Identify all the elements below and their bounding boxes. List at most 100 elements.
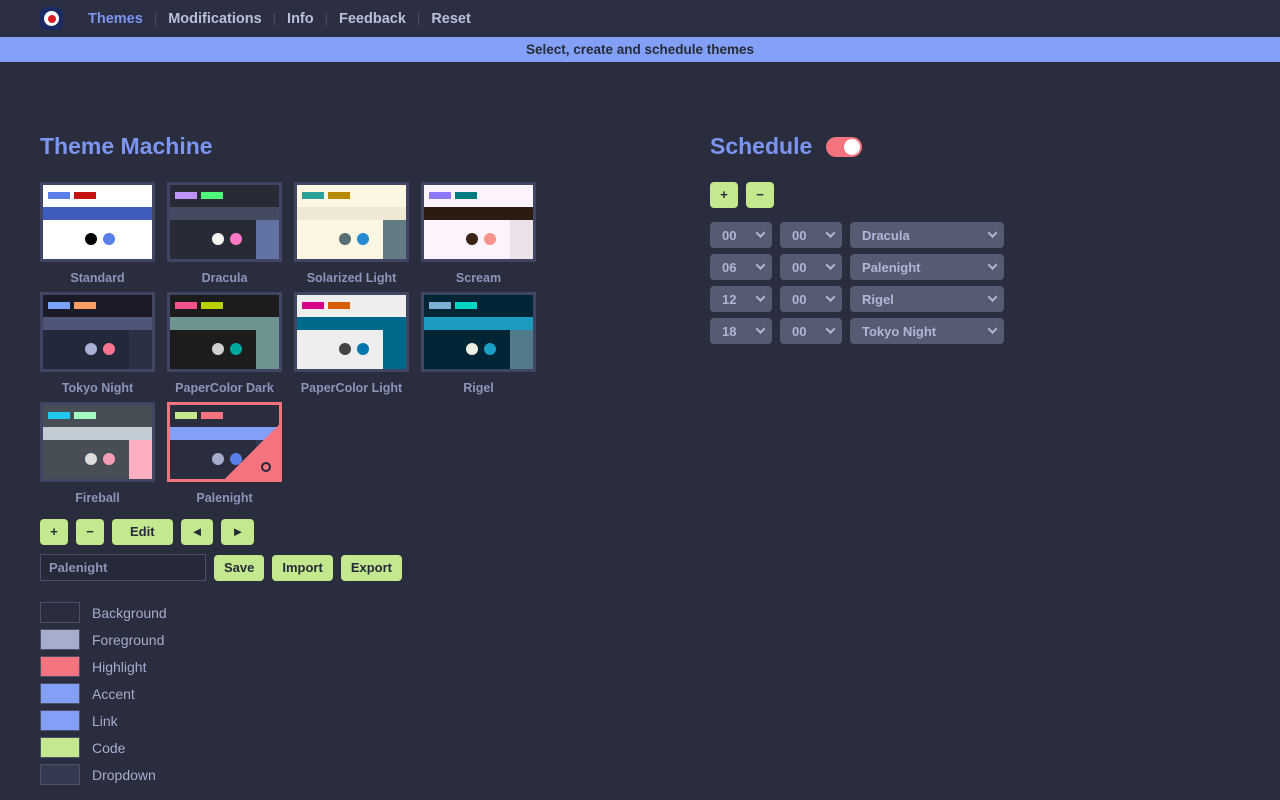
select-value: 00 <box>722 227 737 243</box>
preview-code-bar <box>429 192 451 199</box>
swatch-label: Foreground <box>92 631 165 648</box>
save-button[interactable]: Save <box>214 554 265 581</box>
theme-card-standard[interactable]: Standard <box>40 182 155 285</box>
add-schedule-row-button[interactable]: + <box>710 182 738 208</box>
schedule-minute-select-3[interactable]: 00 <box>780 286 842 312</box>
swatch-accent[interactable] <box>40 683 80 704</box>
next-theme-button[interactable]: ► <box>221 519 255 545</box>
nav-item-reset[interactable]: Reset <box>422 11 480 27</box>
theme-card-label: Tokyo Night <box>61 381 134 395</box>
select-value: 00 <box>792 323 807 339</box>
prev-theme-button[interactable]: ◄ <box>180 519 214 545</box>
edit-theme-button[interactable]: Edit <box>112 519 173 545</box>
preview-foreground-dot <box>212 233 224 245</box>
theme-card-fireball[interactable]: Fireball <box>40 402 155 505</box>
theme-grid: Standard Dracula Solarized Light Scream Toky… <box>40 182 660 505</box>
swatch-label: Highlight <box>92 658 147 675</box>
swatch-dropdown[interactable] <box>40 764 80 785</box>
schedule-row: 06 00 Palenight <box>710 254 1110 280</box>
select-value: Rigel <box>862 291 894 307</box>
nav-separator: | <box>416 11 421 26</box>
schedule-minute-select-4[interactable]: 00 <box>780 318 842 344</box>
theme-card-rigel[interactable]: Rigel <box>421 292 536 395</box>
swatch-label: Background <box>92 604 167 621</box>
chevron-down-icon <box>825 292 836 302</box>
swatch-row: Dropdown <box>40 761 660 788</box>
schedule-hour-select-1[interactable]: 00 <box>710 222 772 248</box>
theme-preview <box>421 292 536 372</box>
schedule-theme-select-3[interactable]: Rigel <box>850 286 1004 312</box>
swatch-foreground[interactable] <box>40 629 80 650</box>
preview-link-dot <box>357 233 369 245</box>
theme-card-label: Dracula <box>201 271 248 285</box>
preview-highlight-bar <box>74 192 96 199</box>
nav-item-modifications[interactable]: Modifications <box>159 11 270 27</box>
chevron-down-icon <box>987 228 998 238</box>
theme-preview <box>294 182 409 262</box>
app-logo[interactable] <box>40 7 63 30</box>
theme-card-papercolor-dark[interactable]: PaperColor Dark <box>167 292 282 395</box>
nav-item-feedback[interactable]: Feedback <box>330 11 415 27</box>
preview-foreground-dot <box>339 343 351 355</box>
preview-link-dot <box>230 343 242 355</box>
theme-card-dracula[interactable]: Dracula <box>167 182 282 285</box>
preview-accent-band <box>297 317 406 330</box>
chevron-down-icon <box>987 292 998 302</box>
preview-accent-band <box>170 317 279 330</box>
schedule-enable-toggle[interactable] <box>826 136 863 157</box>
theme-preview <box>40 402 155 482</box>
preview-foreground-dot <box>339 233 351 245</box>
add-theme-button[interactable]: + <box>40 519 68 545</box>
swatch-code[interactable] <box>40 737 80 758</box>
preview-highlight-bar <box>328 192 350 199</box>
swatch-highlight[interactable] <box>40 656 80 677</box>
preview-foreground-dot <box>85 233 97 245</box>
preview-highlight-bar <box>455 192 477 199</box>
swatch-background[interactable] <box>40 602 80 623</box>
preview-highlight-bar <box>201 302 223 309</box>
import-button[interactable]: Import <box>272 554 333 581</box>
preview-code-bar <box>175 302 197 309</box>
schedule-minute-select-2[interactable]: 00 <box>780 254 842 280</box>
swatch-row: Code <box>40 734 660 761</box>
schedule-theme-select-4[interactable]: Tokyo Night <box>850 318 1004 344</box>
theme-name-input[interactable] <box>40 554 206 581</box>
preview-dropdown-column <box>510 220 533 259</box>
banner-text: Select, create and schedule themes <box>525 42 755 57</box>
swatch-link[interactable] <box>40 710 80 731</box>
preview-foreground-dot <box>85 453 97 465</box>
schedule-theme-select-2[interactable]: Palenight <box>850 254 1004 280</box>
color-swatch-list: Background Foreground Highlight Accent Link C… <box>40 599 660 788</box>
remove-schedule-row-button[interactable]: − <box>746 182 774 208</box>
preview-dropdown-column <box>256 220 279 259</box>
theme-card-label: Rigel <box>463 381 494 395</box>
remove-theme-button[interactable]: − <box>76 519 104 545</box>
chevron-down-icon <box>825 324 836 334</box>
theme-preview <box>167 402 282 482</box>
export-button[interactable]: Export <box>340 554 402 581</box>
preview-link-dot <box>103 343 115 355</box>
chevron-down-icon <box>755 292 766 302</box>
schedule-theme-select-1[interactable]: Dracula <box>850 222 1004 248</box>
select-value: 18 <box>722 323 737 339</box>
swatch-row: Highlight <box>40 653 660 680</box>
schedule-hour-select-2[interactable]: 06 <box>710 254 772 280</box>
preview-highlight-bar <box>74 412 96 419</box>
schedule-row: 18 00 Tokyo Night <box>710 318 1110 344</box>
chevron-down-icon <box>987 324 998 334</box>
nav-item-themes[interactable]: Themes <box>79 11 152 27</box>
theme-preview <box>40 182 155 262</box>
nav-item-info[interactable]: Info <box>278 11 323 27</box>
theme-card-palenight[interactable]: Palenight <box>167 402 282 505</box>
theme-card-papercolor-light[interactable]: PaperColor Light <box>294 292 409 395</box>
preview-accent-band <box>43 317 152 330</box>
theme-card-scream[interactable]: Scream <box>421 182 536 285</box>
preview-highlight-bar <box>74 302 96 309</box>
schedule-hour-select-4[interactable]: 18 <box>710 318 772 344</box>
theme-card-solarized-light[interactable]: Solarized Light <box>294 182 409 285</box>
schedule-hour-select-3[interactable]: 12 <box>710 286 772 312</box>
theme-card-tokyo-night[interactable]: Tokyo Night <box>40 292 155 395</box>
page-banner: Select, create and schedule themes <box>0 37 1280 64</box>
schedule-minute-select-1[interactable]: 00 <box>780 222 842 248</box>
preview-code-bar <box>48 412 70 419</box>
